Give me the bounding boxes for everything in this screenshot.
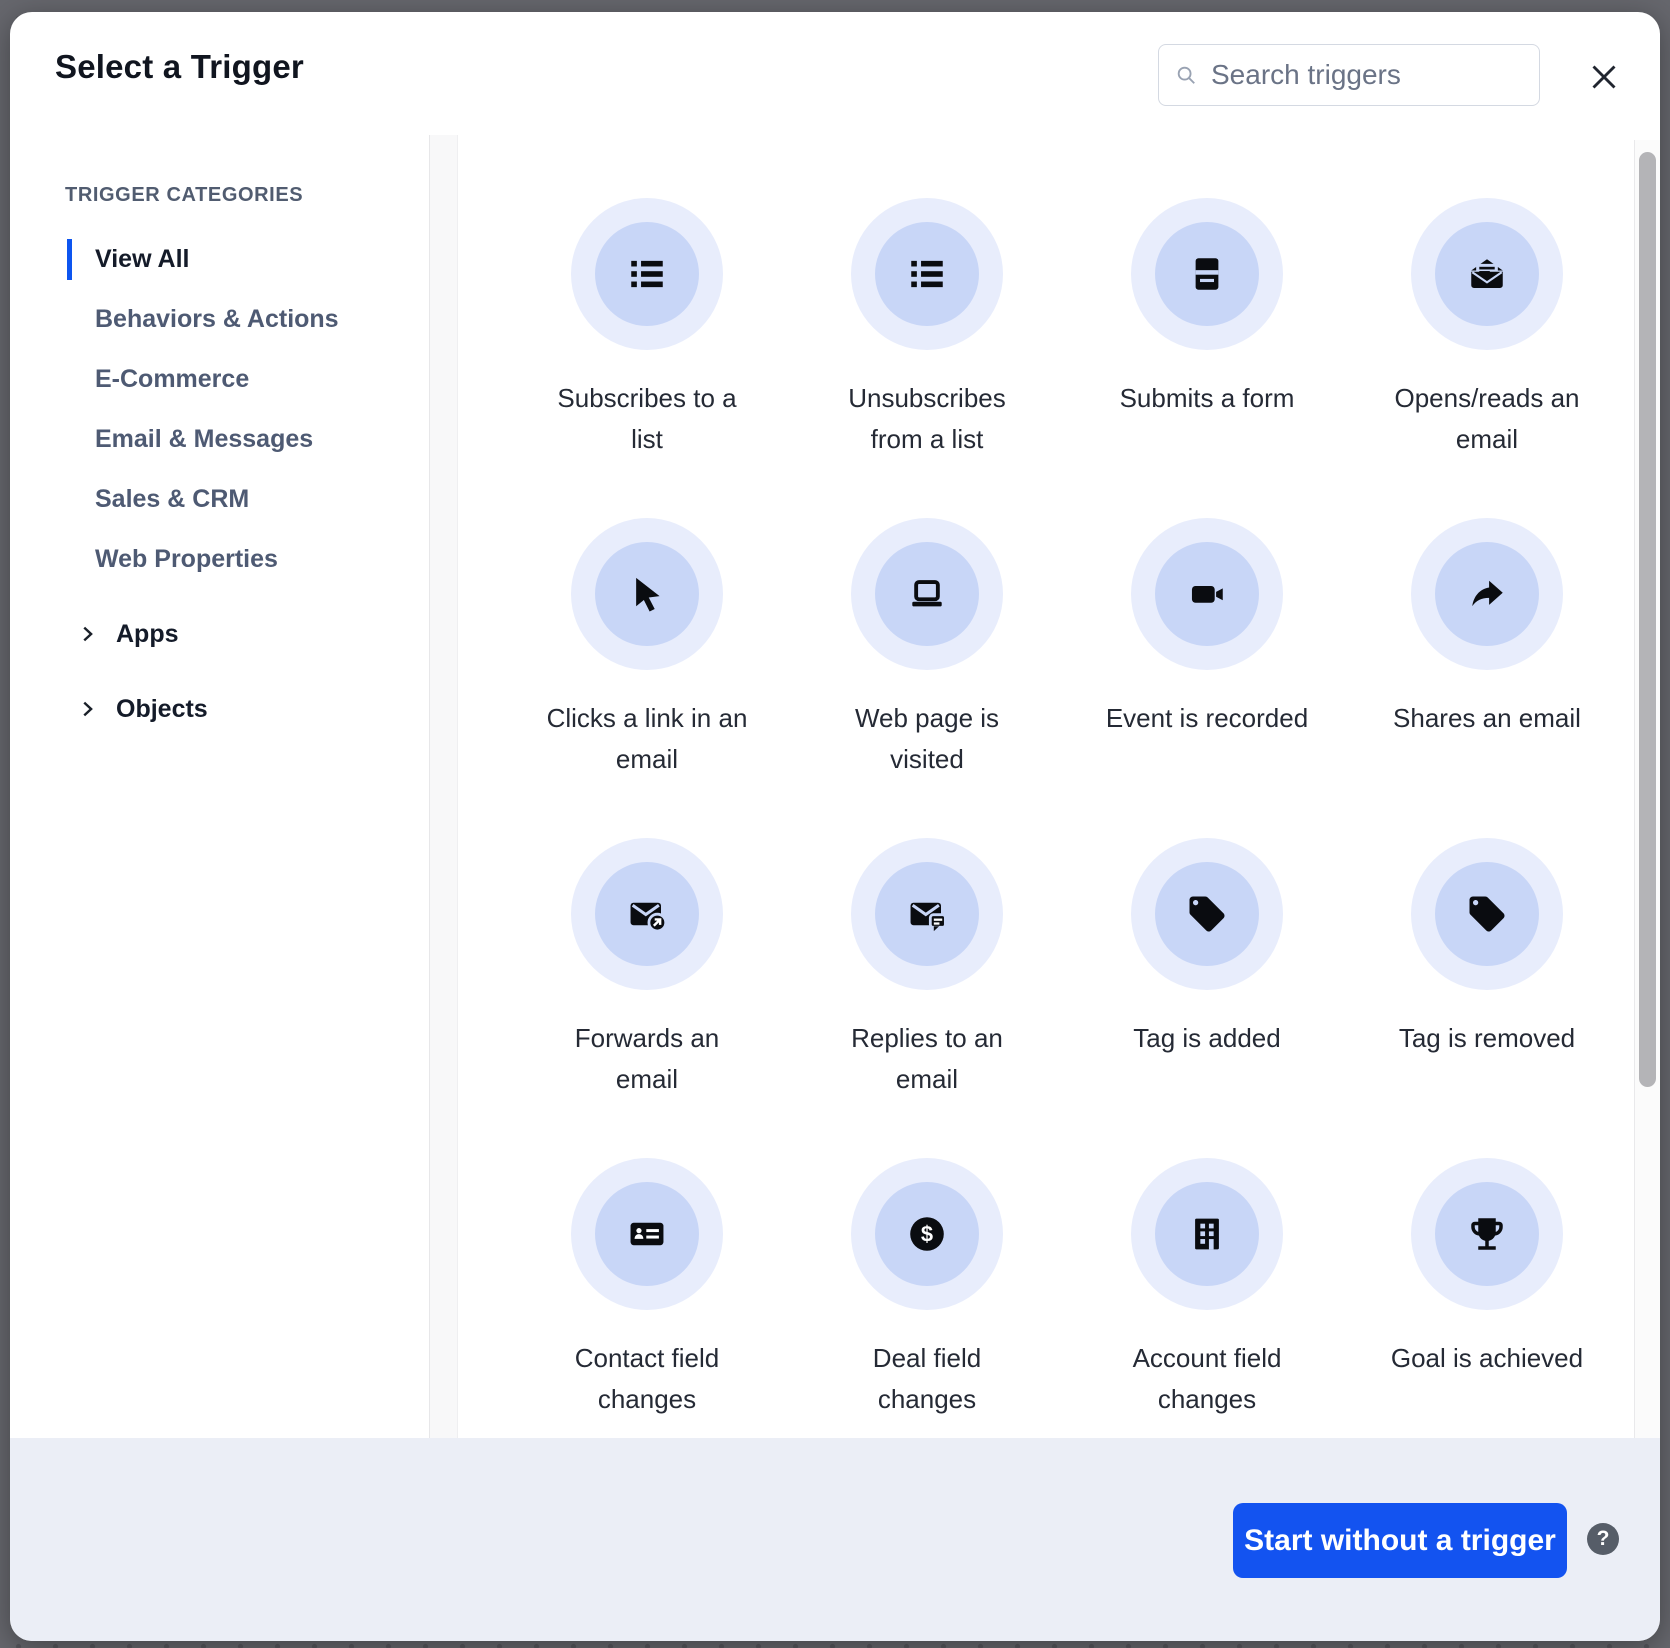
open-email-icon [1466,253,1508,295]
sidebar-group-label: Objects [116,695,208,724]
trigger-label: Contact field changes [575,1338,720,1420]
search-input[interactable] [1209,58,1523,92]
trigger-label: Goal is achieved [1391,1338,1583,1379]
trophy-icon [1466,1213,1508,1255]
trigger-label: Tag is removed [1399,1018,1575,1059]
chevron-right-icon [76,698,98,720]
trigger-replies-to-an-email[interactable]: Replies to an email [787,838,1067,1158]
chevron-right-icon [76,623,98,645]
email-forward-icon [626,893,668,935]
trigger-label: Deal field changes [873,1338,981,1420]
email-reply-icon [906,893,948,935]
close-icon [1586,59,1622,95]
dollar-icon: $ [906,1213,948,1255]
trigger-account-field-changes[interactable]: Account field changes [1067,1158,1347,1478]
sidebar-heading: TRIGGER CATEGORIES [65,184,303,207]
trigger-contact-field-changes[interactable]: Contact field changes [507,1158,787,1478]
trigger-label: Subscribes to a list [557,378,736,460]
sidebar-group-label: Apps [116,620,179,649]
content-scrollbar-thumb[interactable] [1639,152,1656,1087]
trigger-label: Unsubscribes from a list [848,378,1006,460]
trigger-label: Shares an email [1393,698,1581,739]
trigger-deal-field-changes[interactable]: $ Deal field changes [787,1158,1067,1478]
sidebar-item-email-messages[interactable]: Email & Messages [95,422,313,456]
search-icon [1175,64,1197,86]
sidebar-item-sales-crm[interactable]: Sales & CRM [95,482,249,516]
sidebar-group-apps[interactable]: Apps [76,616,179,652]
form-icon [1186,253,1228,295]
trigger-unsubscribes-from-a-list[interactable]: Unsubscribes from a list [787,198,1067,518]
share-arrow-icon [1466,573,1508,615]
laptop-icon [906,573,948,615]
trigger-label: Event is recorded [1106,698,1308,739]
active-item-indicator [67,239,72,280]
search-box [1158,44,1540,106]
trigger-goal-is-achieved[interactable]: Goal is achieved [1347,1158,1627,1478]
trigger-forwards-an-email[interactable]: Forwards an email [507,838,787,1158]
trigger-label: Account field changes [1133,1338,1282,1420]
trigger-label: Tag is added [1133,1018,1280,1059]
trigger-label: Opens/reads an email [1394,378,1579,460]
sidebar-item-ecommerce[interactable]: E-Commerce [95,362,249,396]
building-icon [1186,1213,1228,1255]
video-camera-icon [1186,573,1228,615]
trigger-label: Web page is visited [855,698,999,780]
tag-icon [1186,893,1228,935]
trigger-shares-an-email[interactable]: Shares an email [1347,518,1627,838]
sidebar-item-behaviors-actions[interactable]: Behaviors & Actions [95,302,339,336]
trigger-clicks-a-link-in-an-email[interactable]: Clicks a link in an email [507,518,787,838]
trigger-tag-is-removed[interactable]: Tag is removed [1347,838,1627,1158]
trigger-web-page-is-visited[interactable]: Web page is visited [787,518,1067,838]
trigger-event-is-recorded[interactable]: Event is recorded [1067,518,1347,838]
select-trigger-modal: Select a Trigger TRIGGER CATEGORIES View… [10,12,1660,1641]
modal-footer: Start without a trigger ? [10,1438,1660,1641]
trigger-grid: Subscribes to a list Unsubscribes from a… [507,198,1627,1478]
sidebar-item-view-all[interactable]: View All [95,242,189,276]
tag-icon [1466,893,1508,935]
contact-card-icon [626,1213,668,1255]
svg-text:$: $ [921,1222,933,1247]
help-icon[interactable]: ? [1587,1523,1619,1555]
cursor-icon [626,573,668,615]
trigger-categories-sidebar: TRIGGER CATEGORIES View All Behaviors & … [10,12,430,1438]
trigger-submits-a-form[interactable]: Submits a form [1067,198,1347,518]
trigger-label: Forwards an email [575,1018,720,1100]
trigger-subscribes-to-a-list[interactable]: Subscribes to a list [507,198,787,518]
close-button[interactable] [1584,57,1624,97]
trigger-tag-is-added[interactable]: Tag is added [1067,838,1347,1158]
trigger-opens-reads-an-email[interactable]: Opens/reads an email [1347,198,1627,518]
trigger-label: Replies to an email [851,1018,1003,1100]
trigger-label: Submits a form [1120,378,1295,419]
start-without-trigger-button[interactable]: Start without a trigger [1233,1503,1567,1578]
sidebar-item-web-properties[interactable]: Web Properties [95,542,278,576]
trigger-label: Clicks a link in an email [547,698,748,780]
sidebar-scrollbar-track [429,135,458,1438]
sidebar-group-objects[interactable]: Objects [76,691,208,727]
list-icon [906,253,948,295]
list-icon [626,253,668,295]
